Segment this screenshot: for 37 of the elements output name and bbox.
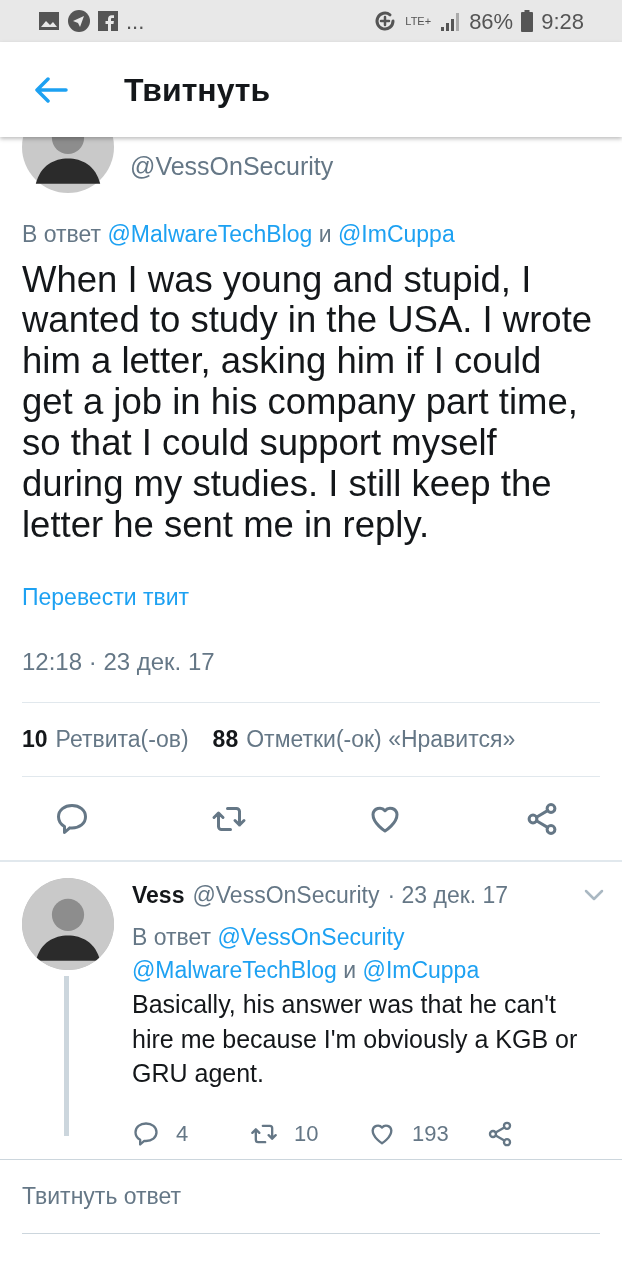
send-icon	[68, 10, 90, 32]
back-arrow-icon[interactable]	[34, 76, 68, 103]
mention-link[interactable]: @ImCuppa	[338, 221, 455, 247]
user-handle[interactable]: @VessOnSecurity	[192, 878, 380, 913]
avatar[interactable]	[22, 878, 114, 971]
mention-link[interactable]: @MalwareTechBlog	[132, 956, 337, 983]
stat-label[interactable]: Ретвита(-ов)	[55, 722, 189, 757]
user-handle[interactable]: @VessOnSecurity	[130, 147, 334, 193]
more-notifications: ...	[126, 7, 145, 36]
reply-text: Basically, his answer was that he can't hire me because I'm obviously a KGB or GRU agent.	[132, 989, 579, 1090]
tweet-text: When I was young and stupid, I wanted to study in the USA. I wrote him a letter, asking him if I could get a job in his company part time, so that I could support myself during my studies. I still keep the letter he sent me in reply.	[22, 259, 594, 546]
translate-link[interactable]: Перевести твит	[22, 579, 190, 615]
stat-count[interactable]: 88	[212, 722, 239, 757]
clock-time: 9:28	[541, 7, 584, 36]
stat-label[interactable]: Отметки(-ок) «Нравится»	[246, 722, 516, 757]
tweet-date: · 23 дек. 17	[387, 881, 509, 911]
timestamp: 12:18 · 23 дек. 17	[22, 647, 216, 678]
mention-link[interactable]: @VessOnSecurity	[217, 923, 405, 950]
image-icon	[38, 11, 60, 31]
signal-icon	[439, 11, 462, 31]
action-count: 4	[176, 1120, 189, 1149]
stat-count[interactable]: 10	[22, 722, 48, 757]
network-type: LTE+	[405, 15, 432, 27]
f-logo-icon	[98, 11, 118, 31]
share-icon[interactable]	[486, 1119, 514, 1148]
avatar[interactable]	[22, 137, 114, 193]
action-count: 193	[412, 1120, 449, 1149]
battery-percent: 86%	[469, 7, 514, 36]
user-name[interactable]: Vess	[132, 878, 185, 913]
mention-link[interactable]: @MalwareTechBlog	[107, 221, 313, 247]
reply-icon[interactable]	[132, 1119, 160, 1148]
page-title: Твитнуть	[124, 70, 271, 110]
battery-icon	[521, 10, 534, 32]
reply-to-text: В ответ @MalwareTechBlog и @ImCuppa	[22, 220, 456, 249]
mention-link[interactable]: @ImCuppa	[362, 956, 480, 983]
action-count: 10	[294, 1120, 319, 1149]
reply-to-text: В ответ @VessOnSecurity @MalwareTechBlog и @ImCuppa	[132, 922, 481, 985]
